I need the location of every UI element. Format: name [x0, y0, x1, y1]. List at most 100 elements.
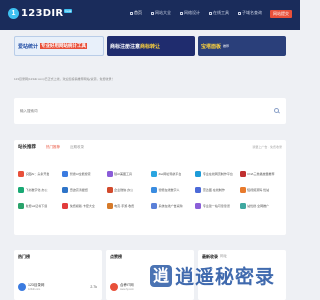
nav-item-tools[interactable]: 在线工具 [209, 10, 229, 16]
design-icon [180, 11, 183, 15]
recommend-grid: 识图AI：头条开发 智搜AI全能搜索 随AI美图工具 Ziel网址导航平台 专业在线网页… [18, 170, 282, 209]
nav-item-home[interactable]: 首页 [130, 10, 142, 16]
banner-sub: 推荐 [223, 44, 230, 48]
site-label: 飞书数字化·办公 [25, 187, 48, 192]
list-item[interactable]: 免费ssl证书下载 [18, 202, 60, 209]
recommend-title: 站长推荐 [18, 144, 36, 149]
site-label: 专业建一站可靠靠谱 [202, 203, 230, 208]
search-icon[interactable] [274, 108, 279, 113]
list-item[interactable]: 合养IT网 www.hy.com [110, 283, 134, 291]
site-label: 站优搜·全网推广 [247, 203, 270, 208]
banner-text: 宝塔面板 [201, 43, 222, 50]
site-label: 系统在线广告采购 [158, 203, 183, 208]
recommend-header: 站长推荐 热门推荐 近期收录 [18, 144, 84, 150]
nav-item-sites[interactable]: 网站大全 [151, 10, 171, 16]
list-item[interactable]: 企业微信·办公 [106, 186, 149, 193]
row-sub: 123dir.com [28, 288, 41, 291]
main-nav: 首页 网站大全 网络设计 在线工具 子域名查询 [130, 10, 262, 16]
advertise-link[interactable]: 我要上广告 · 免费收录 [252, 145, 282, 149]
watermark-badge: 逍 [150, 264, 172, 287]
list-item[interactable]: 电竞·手游·收费 [106, 202, 149, 209]
nav-item-design[interactable]: 网络设计 [180, 10, 200, 16]
banner-trademark[interactable]: 商标注册注意 商标转让 [107, 36, 195, 56]
site-label: 免费模版·卡密大全 [69, 203, 95, 208]
tab-hot[interactable]: 热门推荐 [46, 145, 60, 150]
list-item[interactable]: 飞书数字化·办公 [18, 186, 60, 193]
list-item[interactable]: 雷达图·在线制作 [195, 186, 237, 193]
site-label: 短视频源码·优站 [247, 187, 270, 192]
tool-icon [209, 11, 212, 15]
site-icon [18, 170, 24, 177]
list-item[interactable]: 奇迹高清壁纸 [62, 186, 104, 193]
list-item[interactable]: 短视频源码·优站 [239, 186, 282, 193]
banner-highlight: 商标转让 [140, 43, 161, 50]
site-icon [239, 202, 246, 209]
watermark-text: 逍遥秘密录 [175, 266, 276, 288]
site-label: 雷达图·在线制作 [202, 187, 225, 192]
banner-stats[interactable]: 爱站统计 专业好用网站统计工具 [14, 36, 104, 56]
search-icon [238, 11, 241, 15]
site-label: 专业在线网页制作平台 [202, 171, 233, 176]
tab-recent[interactable]: 近期收录 [70, 145, 84, 150]
top-header: 1 123DIR beta 首页 网站大全 网络设计 在线工具 子域名查询 网站… [0, 0, 300, 30]
column-title: 最新收录 [202, 254, 218, 259]
site-icon [195, 202, 202, 209]
site-icon [239, 170, 246, 177]
submit-site-button[interactable]: 网站提交 [270, 10, 292, 18]
banner-text: 爱站统计 [18, 43, 39, 50]
row-sub: www.hy.com [120, 288, 134, 291]
site-icon [18, 186, 24, 193]
site-icon [195, 186, 202, 193]
site-label: 企业微信·办公 [114, 187, 134, 192]
site-label: 电竞·手游·收费 [114, 203, 135, 208]
list-item[interactable]: 随AI美图工具 [106, 170, 149, 177]
logo-text: 123DIR [21, 8, 64, 19]
logo-mark-icon: 1 [8, 8, 19, 19]
tab-sites[interactable]: 网址 [220, 254, 227, 259]
list-item[interactable]: 站优搜·全网推广 [239, 202, 282, 209]
site-label: Ziel网址导航平台 [158, 171, 182, 176]
nav-label: 在线工具 [213, 10, 229, 15]
list-item[interactable]: 免费模版·卡密大全 [62, 202, 104, 209]
list-item[interactable]: CNA三类播放器推荐 [239, 170, 282, 177]
site-icon [18, 283, 26, 291]
logo-beta-badge: beta [64, 8, 73, 13]
nav-label: 网站大全 [155, 10, 171, 15]
list-item[interactable]: 123目录网 123dir.com [18, 283, 44, 291]
site-icon [62, 186, 69, 193]
home-icon [130, 11, 133, 15]
site-label: 智搜AI全能搜索 [69, 171, 91, 176]
list-item[interactable]: 专业建一站可靠靠谱 [195, 202, 237, 209]
site-icon [106, 202, 113, 209]
watermark: 逍 逍遥秘密录 [150, 262, 275, 289]
banner-panel[interactable]: 宝塔面板 推荐 [198, 36, 286, 56]
list-item[interactable]: 识图AI：头条开发 [18, 170, 60, 177]
search-input[interactable] [20, 106, 270, 116]
site-label: 奇迹高清壁纸 [69, 187, 88, 192]
list-item[interactable]: 系统在线广告采购 [150, 202, 193, 209]
list-item[interactable]: 智搜AI全能搜索 [62, 170, 104, 177]
recommend-card: 站长推荐 热门推荐 近期收录 我要上广告 · 免费收录 识图AI：头条开发 智搜A… [14, 140, 286, 235]
banner-text: 商标注册注意 [110, 43, 141, 50]
column-hot: 热门榜 123目录网 123dir.com 2.7k [14, 250, 102, 300]
banner-highlight: 专业好用网站统计工具 [40, 43, 88, 49]
site-icon [62, 202, 69, 209]
site-icon [195, 170, 202, 177]
column-title: 热门榜 [18, 254, 30, 259]
nav-label: 首页 [134, 10, 142, 15]
row-count: 2.7k [90, 285, 97, 289]
list-item[interactable]: 专业在线网页制作平台 [195, 170, 237, 177]
grid-icon [151, 11, 154, 15]
nav-label: 子域名查询 [242, 10, 262, 15]
list-item[interactable]: 智能在线数字人 [150, 186, 193, 193]
site-icon [110, 283, 118, 291]
site-logo[interactable]: 1 123DIR beta [8, 8, 73, 19]
site-icon [150, 186, 157, 193]
site-icon [150, 170, 157, 177]
nav-item-subdomain[interactable]: 子域名查询 [238, 10, 262, 16]
site-icon [239, 186, 246, 193]
ad-banners: 爱站统计 专业好用网站统计工具 商标注册注意 商标转让 宝塔面板 推荐 [14, 36, 286, 56]
site-label: 智能在线数字人 [158, 187, 180, 192]
site-label: 随AI美图工具 [114, 171, 132, 176]
list-item[interactable]: Ziel网址导航平台 [150, 170, 193, 177]
